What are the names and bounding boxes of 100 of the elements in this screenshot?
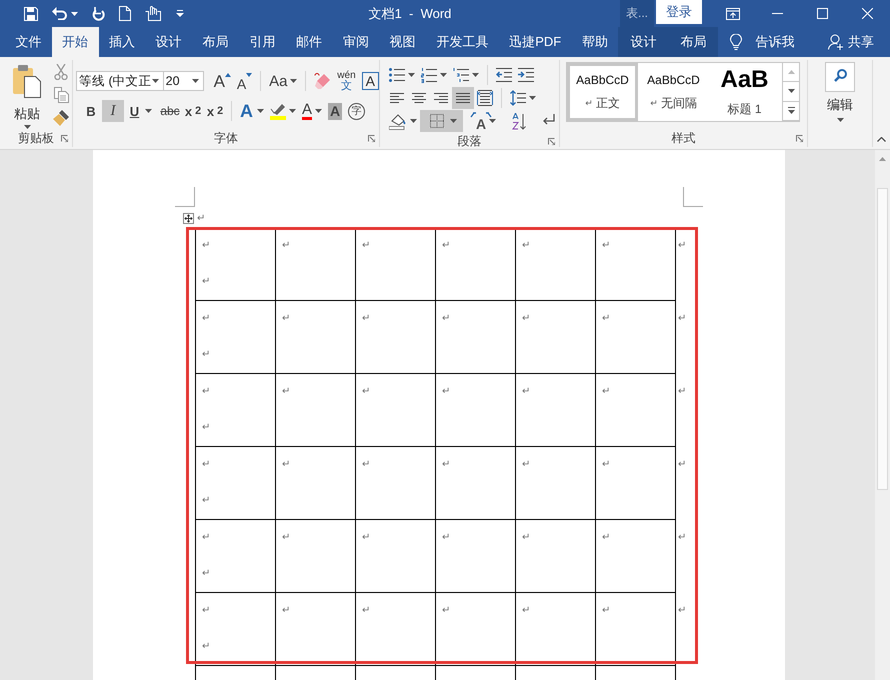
ribbon-tab[interactable]: 布局 <box>668 27 718 57</box>
paragraph-mark: ↵ <box>442 532 450 544</box>
paragraph-mark: ↵ <box>602 605 610 617</box>
ribbon-tab[interactable]: 审阅 <box>332 27 380 57</box>
minimize-icon <box>772 13 783 14</box>
paragraph-mark: ↵ <box>442 386 450 398</box>
paragraph-mark: ↵ <box>202 641 210 653</box>
ribbon-tab[interactable]: 引用 <box>238 27 286 57</box>
tell-me-button[interactable]: 告诉我 <box>730 27 794 57</box>
paragraph-mark: ↵ <box>202 349 210 361</box>
bold-button[interactable]: B <box>80 100 102 122</box>
up-arrow-icon <box>879 157 886 161</box>
ribbon-tab[interactable]: 布局 <box>192 27 239 57</box>
style-item[interactable]: AaB 标题 1 <box>709 63 780 121</box>
caret-icon <box>408 73 415 77</box>
justify-button[interactable] <box>452 87 474 109</box>
expand-icon <box>788 107 794 114</box>
paste-button[interactable]: 粘贴 <box>8 60 46 129</box>
eraser-icon <box>314 72 332 90</box>
scrollbar-thumb[interactable] <box>877 188 888 490</box>
paragraph-mark: ↵ <box>522 313 530 325</box>
scissors-icon <box>54 64 68 80</box>
caret-icon <box>257 109 264 113</box>
distributed-button[interactable] <box>474 87 496 109</box>
strikethrough-button[interactable]: abc <box>158 100 182 122</box>
text-effects-button[interactable]: A <box>237 100 267 122</box>
double-arrow-icon <box>470 112 492 118</box>
align-left-icon <box>390 92 404 104</box>
dialog-launcher-icon[interactable] <box>548 138 555 145</box>
caret-icon <box>71 12 78 16</box>
caret-icon <box>529 96 536 100</box>
paragraph-mark: ↵ <box>602 313 610 325</box>
search-icon <box>825 62 855 92</box>
font-name-field[interactable]: 等线 (中文正 <box>76 71 164 91</box>
group-label: 样式 <box>672 130 696 146</box>
ribbon-tab[interactable]: 设计 <box>618 27 668 57</box>
paragraph-mark: ↵ <box>522 459 530 471</box>
caret-icon <box>440 73 447 77</box>
justify-icon <box>456 92 470 104</box>
caret-icon <box>836 118 844 122</box>
style-item[interactable]: AaBbCcD ↵ 无间隔 <box>638 63 709 121</box>
sort-icon <box>512 112 526 130</box>
paragraph-mark: ↵ <box>442 313 450 325</box>
dialog-launcher-icon[interactable] <box>796 134 803 142</box>
borders-button[interactable] <box>420 110 463 132</box>
bullet-list-icon <box>389 68 405 82</box>
asian-layout-button[interactable]: A <box>473 110 500 132</box>
paragraph-mark: ↵ <box>362 386 370 398</box>
ribbon-tab[interactable]: 开始 <box>52 27 99 57</box>
change-case-button[interactable]: Aa <box>266 70 300 92</box>
dropdown-icon <box>176 10 184 17</box>
paragraph-mark: ↵ <box>522 605 530 617</box>
grow-font-button[interactable]: A <box>210 70 234 92</box>
save-icon <box>24 6 38 20</box>
font-color-button[interactable]: A <box>299 100 326 122</box>
sign-in-button[interactable]: 登录 <box>656 0 702 24</box>
style-item[interactable]: AaBbCcD ↵ 正文 <box>567 63 638 121</box>
paragraph-mark: ↵ <box>202 459 210 471</box>
font-size-field[interactable]: 20 <box>162 71 204 91</box>
ribbon-tab[interactable]: 迅捷PDF <box>498 27 572 57</box>
dialog-launcher-icon[interactable] <box>368 134 375 142</box>
caret-icon <box>145 109 152 113</box>
paragraph-mark: ↵ <box>202 386 210 398</box>
character-border-button[interactable]: A <box>362 70 379 92</box>
paragraph-mark: ↵ <box>602 459 610 471</box>
editing-button[interactable]: 编辑 <box>825 60 855 122</box>
ribbon-tab[interactable]: 帮助 <box>572 27 618 57</box>
ribbon-tab[interactable]: 视图 <box>379 27 426 57</box>
ribbon-tab[interactable]: 邮件 <box>286 27 332 57</box>
ribbon-tab[interactable]: 设计 <box>145 27 192 57</box>
row-end-mark: ↵ <box>678 532 686 544</box>
line-spacing-icon <box>510 90 526 106</box>
ribbon-tab[interactable]: 开发工具 <box>426 27 499 57</box>
caret-icon <box>152 79 159 83</box>
caret-icon <box>472 73 479 77</box>
caret-icon <box>315 109 322 113</box>
group-label: 段落 <box>458 133 482 150</box>
paragraph-mark: ↵ <box>442 605 450 617</box>
crop-mark <box>683 187 703 207</box>
paragraph-mark: ↵ <box>282 240 290 252</box>
vertical-scrollbar[interactable] <box>875 150 890 680</box>
underline-button[interactable]: U <box>124 100 158 122</box>
align-center-icon <box>412 92 426 104</box>
group-label: 剪贴板 <box>18 130 54 146</box>
share-button[interactable]: 共享 <box>828 27 874 57</box>
paragraph-mark: ↵ <box>202 422 210 434</box>
dialog-launcher-icon[interactable] <box>61 134 68 142</box>
shrink-font-button[interactable]: A <box>234 70 256 92</box>
ribbon-tab[interactable]: 插入 <box>98 27 146 57</box>
paragraph-mark: ↵ <box>522 240 530 252</box>
table-move-handle-icon[interactable] <box>183 213 194 224</box>
paragraph-mark: ↵ <box>197 213 206 224</box>
paragraph-mark: ↵ <box>202 605 210 617</box>
italic-button[interactable]: I <box>102 100 124 122</box>
ribbon-tab[interactable]: 文件 <box>5 27 52 57</box>
phonetic-guide-button[interactable]: wén 文 <box>334 70 359 92</box>
collapse-ribbon-button[interactable] <box>874 134 888 144</box>
caret-icon <box>489 119 496 123</box>
caret-icon <box>192 79 199 83</box>
maximize-icon <box>817 8 828 19</box>
